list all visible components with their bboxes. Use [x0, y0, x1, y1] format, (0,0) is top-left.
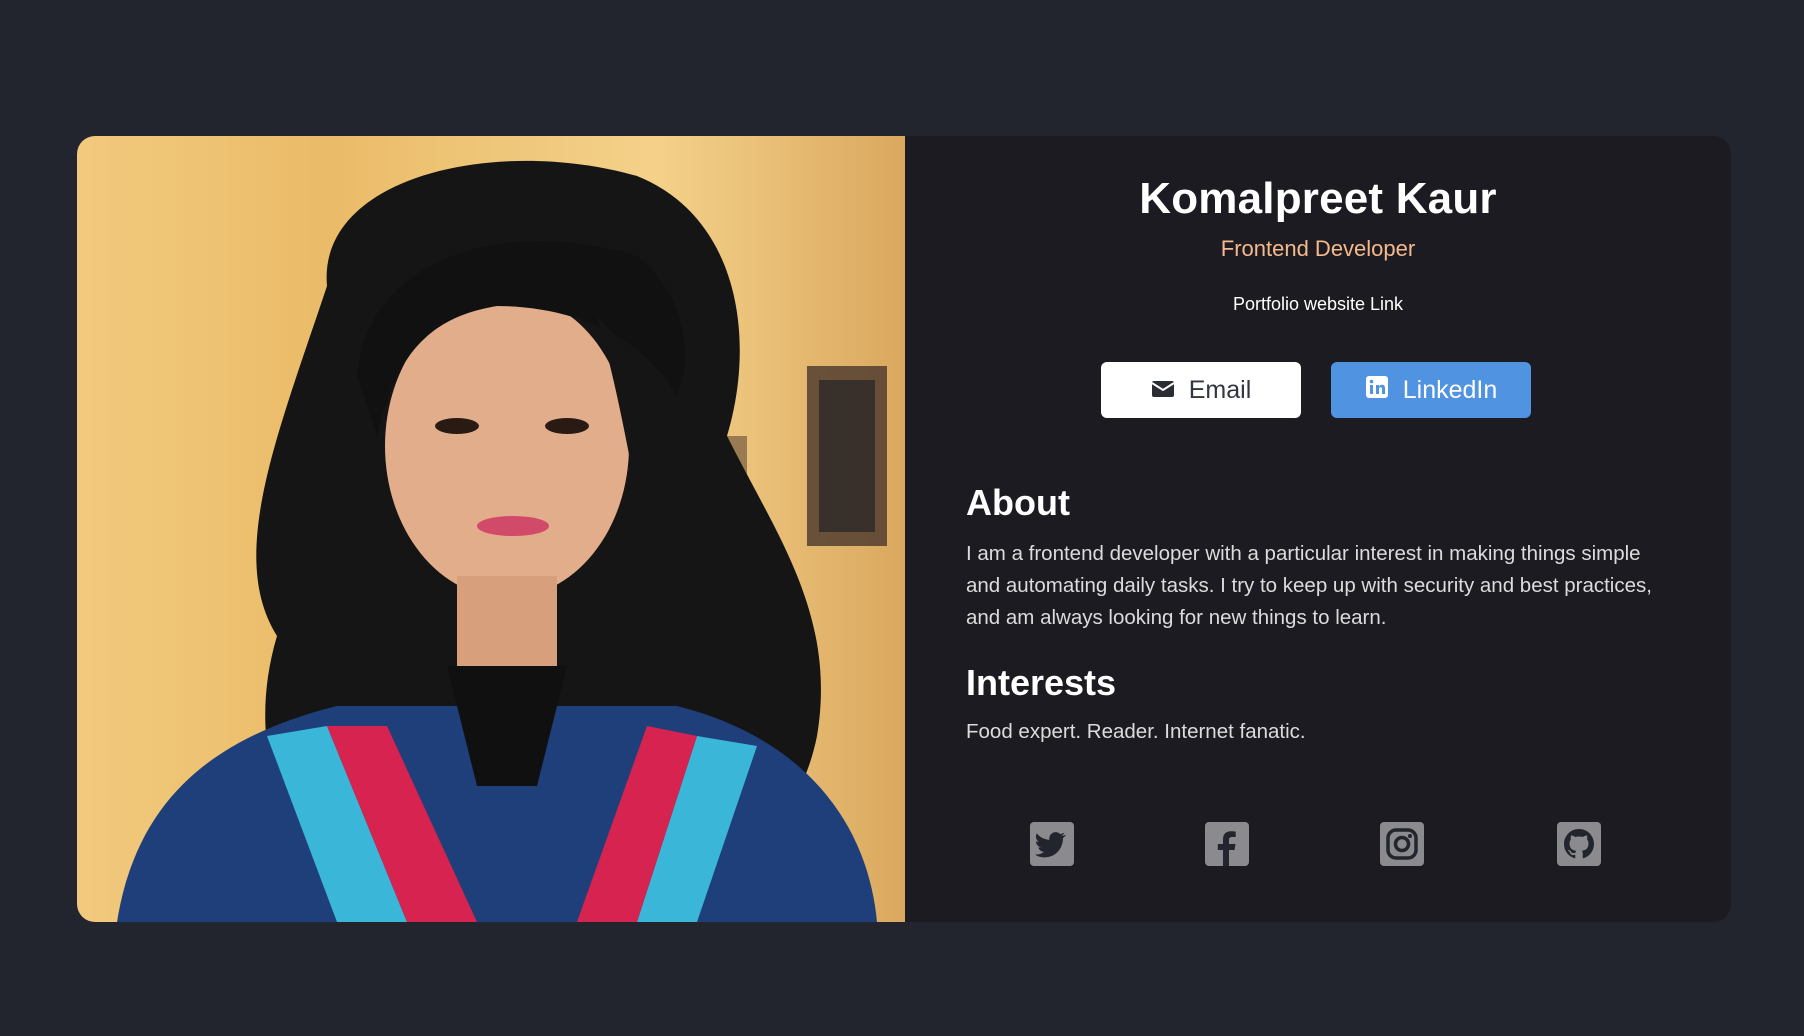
facebook-icon[interactable] — [1205, 822, 1249, 866]
profile-card: Komalpreet Kaur Frontend Developer Portf… — [77, 136, 1731, 922]
envelope-icon — [1151, 376, 1175, 405]
about-text: I am a frontend developer with a particu… — [966, 542, 1652, 629]
linkedin-button[interactable]: LinkedIn — [1331, 362, 1531, 418]
linkedin-button-label: LinkedIn — [1402, 375, 1498, 404]
profile-role: Frontend Developer — [1220, 236, 1416, 261]
profile-name: Komalpreet Kaur — [1139, 174, 1497, 223]
twitter-icon[interactable] — [1030, 822, 1074, 866]
email-button-label: Email — [1188, 375, 1252, 404]
about-heading: About — [966, 482, 1070, 523]
interests-text: Food expert. Reader. Internet fanatic. — [966, 720, 1306, 743]
portfolio-link[interactable]: Portfolio website Link — [905, 294, 1731, 315]
profile-info: Komalpreet Kaur Frontend Developer Portf… — [905, 136, 1731, 922]
interests-heading: Interests — [966, 662, 1117, 703]
github-icon[interactable] — [1557, 822, 1601, 866]
email-button[interactable]: Email — [1101, 362, 1301, 418]
linkedin-icon — [1365, 375, 1389, 406]
instagram-icon[interactable] — [1380, 822, 1424, 866]
profile-photo — [77, 136, 905, 922]
